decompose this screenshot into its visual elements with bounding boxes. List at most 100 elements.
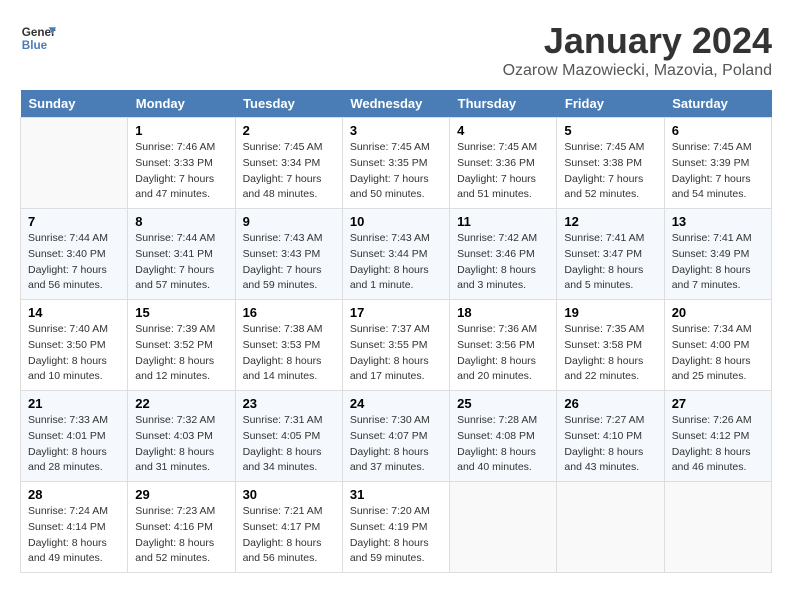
day-info: Sunrise: 7:30 AM Sunset: 4:07 PM Dayligh… <box>350 413 442 476</box>
calendar-cell <box>664 482 771 573</box>
day-number: 29 <box>135 487 227 502</box>
day-number: 6 <box>672 123 764 138</box>
day-info: Sunrise: 7:28 AM Sunset: 4:08 PM Dayligh… <box>457 413 549 476</box>
day-info: Sunrise: 7:45 AM Sunset: 3:39 PM Dayligh… <box>672 140 764 203</box>
week-row-3: 14 Sunrise: 7:40 AM Sunset: 3:50 PM Dayli… <box>21 300 772 391</box>
day-info: Sunrise: 7:33 AM Sunset: 4:01 PM Dayligh… <box>28 413 120 476</box>
day-info: Sunrise: 7:45 AM Sunset: 3:34 PM Dayligh… <box>243 140 335 203</box>
day-number: 14 <box>28 305 120 320</box>
calendar-cell: 24 Sunrise: 7:30 AM Sunset: 4:07 PM Dayli… <box>342 391 449 482</box>
page-header: General Blue January 2024 Ozarow Mazowie… <box>20 20 772 80</box>
day-number: 20 <box>672 305 764 320</box>
day-info: Sunrise: 7:46 AM Sunset: 3:33 PM Dayligh… <box>135 140 227 203</box>
week-row-5: 28 Sunrise: 7:24 AM Sunset: 4:14 PM Dayli… <box>21 482 772 573</box>
calendar-cell: 29Sunrise: 7:23 AM Sunset: 4:16 PM Dayli… <box>128 482 235 573</box>
day-number: 8 <box>135 214 227 229</box>
day-number: 19 <box>564 305 656 320</box>
day-info: Sunrise: 7:40 AM Sunset: 3:50 PM Dayligh… <box>28 322 120 385</box>
calendar-table: SundayMondayTuesdayWednesdayThursdayFrid… <box>20 90 772 573</box>
day-number: 5 <box>564 123 656 138</box>
day-number: 21 <box>28 396 120 411</box>
day-number: 3 <box>350 123 442 138</box>
weekday-header-monday: Monday <box>128 90 235 118</box>
calendar-cell: 30 Sunrise: 7:21 AM Sunset: 4:17 PM Dayli… <box>235 482 342 573</box>
week-row-4: 21 Sunrise: 7:33 AM Sunset: 4:01 PM Dayli… <box>21 391 772 482</box>
weekday-header-saturday: Saturday <box>664 90 771 118</box>
week-row-2: 7Sunrise: 7:44 AM Sunset: 3:40 PM Daylig… <box>21 209 772 300</box>
day-info: Sunrise: 7:42 AM Sunset: 3:46 PM Dayligh… <box>457 231 549 294</box>
day-info: Sunrise: 7:20 AM Sunset: 4:19 PM Dayligh… <box>350 504 442 567</box>
calendar-cell: 28 Sunrise: 7:24 AM Sunset: 4:14 PM Dayli… <box>21 482 128 573</box>
day-number: 1 <box>135 123 227 138</box>
day-number: 2 <box>243 123 335 138</box>
calendar-cell: 12 Sunrise: 7:41 AM Sunset: 3:47 PM Dayli… <box>557 209 664 300</box>
calendar-cell: 7Sunrise: 7:44 AM Sunset: 3:40 PM Daylig… <box>21 209 128 300</box>
day-number: 15 <box>135 305 227 320</box>
calendar-cell: 21 Sunrise: 7:33 AM Sunset: 4:01 PM Dayli… <box>21 391 128 482</box>
day-number: 30 <box>243 487 335 502</box>
day-number: 24 <box>350 396 442 411</box>
logo: General Blue <box>20 20 56 56</box>
day-info: Sunrise: 7:21 AM Sunset: 4:17 PM Dayligh… <box>243 504 335 567</box>
day-info: Sunrise: 7:45 AM Sunset: 3:35 PM Dayligh… <box>350 140 442 203</box>
day-number: 31 <box>350 487 442 502</box>
calendar-cell: 14 Sunrise: 7:40 AM Sunset: 3:50 PM Dayli… <box>21 300 128 391</box>
weekday-header-sunday: Sunday <box>21 90 128 118</box>
day-number: 23 <box>243 396 335 411</box>
weekday-header-friday: Friday <box>557 90 664 118</box>
day-info: Sunrise: 7:35 AM Sunset: 3:58 PM Dayligh… <box>564 322 656 385</box>
day-info: Sunrise: 7:43 AM Sunset: 3:44 PM Dayligh… <box>350 231 442 294</box>
day-info: Sunrise: 7:41 AM Sunset: 3:49 PM Dayligh… <box>672 231 764 294</box>
day-number: 11 <box>457 214 549 229</box>
calendar-cell: 5 Sunrise: 7:45 AM Sunset: 3:38 PM Daylig… <box>557 118 664 209</box>
calendar-cell: 19 Sunrise: 7:35 AM Sunset: 3:58 PM Dayli… <box>557 300 664 391</box>
calendar-cell: 6 Sunrise: 7:45 AM Sunset: 3:39 PM Daylig… <box>664 118 771 209</box>
calendar-cell: 15Sunrise: 7:39 AM Sunset: 3:52 PM Dayli… <box>128 300 235 391</box>
day-info: Sunrise: 7:32 AM Sunset: 4:03 PM Dayligh… <box>135 413 227 476</box>
day-number: 9 <box>243 214 335 229</box>
calendar-cell: 9Sunrise: 7:43 AM Sunset: 3:43 PM Daylig… <box>235 209 342 300</box>
calendar-cell: 3 Sunrise: 7:45 AM Sunset: 3:35 PM Daylig… <box>342 118 449 209</box>
weekday-header-row: SundayMondayTuesdayWednesdayThursdayFrid… <box>21 90 772 118</box>
calendar-cell: 1 Sunrise: 7:46 AM Sunset: 3:33 PM Daylig… <box>128 118 235 209</box>
calendar-cell: 18 Sunrise: 7:36 AM Sunset: 3:56 PM Dayli… <box>450 300 557 391</box>
day-info: Sunrise: 7:41 AM Sunset: 3:47 PM Dayligh… <box>564 231 656 294</box>
day-info: Sunrise: 7:36 AM Sunset: 3:56 PM Dayligh… <box>457 322 549 385</box>
day-number: 17 <box>350 305 442 320</box>
calendar-cell: 26 Sunrise: 7:27 AM Sunset: 4:10 PM Dayli… <box>557 391 664 482</box>
day-info: Sunrise: 7:45 AM Sunset: 3:38 PM Dayligh… <box>564 140 656 203</box>
calendar-cell: 20 Sunrise: 7:34 AM Sunset: 4:00 PM Dayli… <box>664 300 771 391</box>
week-row-1: 1 Sunrise: 7:46 AM Sunset: 3:33 PM Daylig… <box>21 118 772 209</box>
day-number: 10 <box>350 214 442 229</box>
day-info: Sunrise: 7:34 AM Sunset: 4:00 PM Dayligh… <box>672 322 764 385</box>
day-info: Sunrise: 7:45 AM Sunset: 3:36 PM Dayligh… <box>457 140 549 203</box>
day-info: Sunrise: 7:38 AM Sunset: 3:53 PM Dayligh… <box>243 322 335 385</box>
calendar-cell: 11 Sunrise: 7:42 AM Sunset: 3:46 PM Dayli… <box>450 209 557 300</box>
svg-text:Blue: Blue <box>22 39 48 52</box>
day-number: 28 <box>28 487 120 502</box>
day-number: 22 <box>135 396 227 411</box>
month-title: January 2024 <box>503 20 772 62</box>
calendar-cell: 2 Sunrise: 7:45 AM Sunset: 3:34 PM Daylig… <box>235 118 342 209</box>
calendar-cell <box>557 482 664 573</box>
calendar-cell: 4 Sunrise: 7:45 AM Sunset: 3:36 PM Daylig… <box>450 118 557 209</box>
day-number: 4 <box>457 123 549 138</box>
day-info: Sunrise: 7:44 AM Sunset: 3:40 PM Dayligh… <box>28 231 120 294</box>
day-number: 25 <box>457 396 549 411</box>
day-info: Sunrise: 7:44 AM Sunset: 3:41 PM Dayligh… <box>135 231 227 294</box>
day-number: 26 <box>564 396 656 411</box>
calendar-cell: 17 Sunrise: 7:37 AM Sunset: 3:55 PM Dayli… <box>342 300 449 391</box>
day-number: 12 <box>564 214 656 229</box>
weekday-header-tuesday: Tuesday <box>235 90 342 118</box>
calendar-cell: 8 Sunrise: 7:44 AM Sunset: 3:41 PM Daylig… <box>128 209 235 300</box>
day-info: Sunrise: 7:37 AM Sunset: 3:55 PM Dayligh… <box>350 322 442 385</box>
day-info: Sunrise: 7:24 AM Sunset: 4:14 PM Dayligh… <box>28 504 120 567</box>
day-info: Sunrise: 7:27 AM Sunset: 4:10 PM Dayligh… <box>564 413 656 476</box>
day-number: 27 <box>672 396 764 411</box>
title-block: January 2024 Ozarow Mazowiecki, Mazovia,… <box>503 20 772 80</box>
weekday-header-wednesday: Wednesday <box>342 90 449 118</box>
calendar-cell: 13Sunrise: 7:41 AM Sunset: 3:49 PM Dayli… <box>664 209 771 300</box>
day-number: 18 <box>457 305 549 320</box>
calendar-cell: 23Sunrise: 7:31 AM Sunset: 4:05 PM Dayli… <box>235 391 342 482</box>
weekday-header-thursday: Thursday <box>450 90 557 118</box>
